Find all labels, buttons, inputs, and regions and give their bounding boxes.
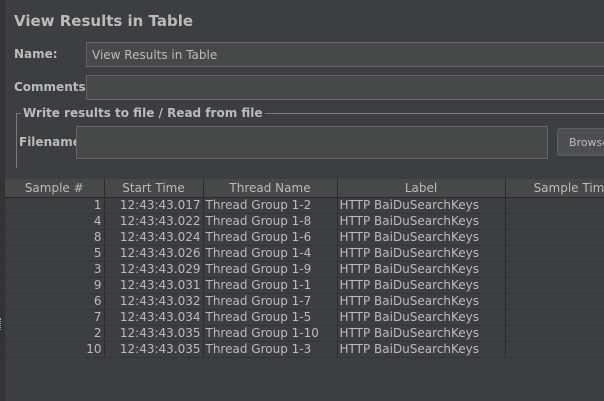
comments-input[interactable]: [86, 75, 604, 100]
cell-sample-number: 1: [5, 197, 105, 214]
cell-label: HTTP BaiDuSearchKeys: [337, 341, 506, 358]
table-row[interactable]: 1 12:43:43.017 Thread Group 1-2 HTTP Bai…: [5, 197, 604, 214]
name-input[interactable]: View Results in Table: [86, 42, 604, 67]
cell-sample-time: [505, 213, 604, 230]
browse-button[interactable]: Browse...: [557, 128, 604, 156]
table-header-row: Sample # Start Time Thread Name Label Sa…: [5, 179, 604, 198]
cell-sample-number: 3: [5, 261, 105, 278]
table-row[interactable]: 7 12:43:43.034 Thread Group 1-5 HTTP Bai…: [5, 309, 604, 326]
cell-thread-name: Thread Group 1-3: [203, 341, 338, 358]
cell-sample-time: [505, 277, 604, 294]
comments-label: Comments:: [14, 80, 91, 94]
cell-sample-time: [505, 197, 604, 214]
cell-sample-number: 8: [5, 229, 105, 246]
cell-thread-name: Thread Group 1-1: [203, 277, 338, 294]
splitter-grip-icon[interactable]: [0, 318, 2, 330]
cell-thread-name: Thread Group 1-5: [203, 309, 338, 326]
table-row[interactable]: 4 12:43:43.022 Thread Group 1-8 HTTP Bai…: [5, 213, 604, 230]
cell-thread-name: Thread Group 1-7: [203, 293, 338, 310]
file-group-title: Write results to file / Read from file: [21, 106, 265, 120]
cell-label: HTTP BaiDuSearchKeys: [337, 213, 506, 230]
cell-thread-name: Thread Group 1-2: [203, 197, 338, 214]
cell-start-time: 12:43:43.035: [104, 341, 204, 358]
table-row[interactable]: 10 12:43:43.035 Thread Group 1-3 HTTP Ba…: [5, 341, 604, 358]
table-row[interactable]: 8 12:43:43.024 Thread Group 1-6 HTTP Bai…: [5, 229, 604, 246]
cell-sample-number: 2: [5, 325, 105, 342]
cell-start-time: 12:43:43.024: [104, 229, 204, 246]
cell-start-time: 12:43:43.022: [104, 213, 204, 230]
cell-thread-name: Thread Group 1-4: [203, 245, 338, 262]
panel-title: View Results in Table: [14, 12, 194, 30]
cell-thread-name: Thread Group 1-9: [203, 261, 338, 278]
cell-sample-time: [505, 229, 604, 246]
cell-start-time: 12:43:43.029: [104, 261, 204, 278]
cell-label: HTTP BaiDuSearchKeys: [337, 325, 506, 342]
filename-input[interactable]: [76, 126, 548, 159]
cell-thread-name: Thread Group 1-6: [203, 229, 338, 246]
column-header-start-time[interactable]: Start Time: [104, 179, 204, 198]
cell-sample-number: 7: [5, 309, 105, 326]
cell-sample-time: [505, 341, 604, 358]
results-table: Sample # Start Time Thread Name Label Sa…: [5, 179, 604, 401]
cell-label: HTTP BaiDuSearchKeys: [337, 293, 506, 310]
cell-thread-name: Thread Group 1-8: [203, 213, 338, 230]
cell-start-time: 12:43:43.026: [104, 245, 204, 262]
cell-sample-number: 4: [5, 213, 105, 230]
cell-start-time: 12:43:43.031: [104, 277, 204, 294]
column-header-thread-name[interactable]: Thread Name: [203, 179, 338, 198]
cell-label: HTTP BaiDuSearchKeys: [337, 197, 506, 214]
cell-sample-number: 10: [5, 341, 105, 358]
filename-label: Filename: [19, 135, 81, 149]
cell-label: HTTP BaiDuSearchKeys: [337, 229, 506, 246]
cell-sample-number: 5: [5, 245, 105, 262]
cell-sample-time: [505, 261, 604, 278]
cell-sample-time: [505, 245, 604, 262]
cell-start-time: 12:43:43.034: [104, 309, 204, 326]
cell-start-time: 12:43:43.032: [104, 293, 204, 310]
cell-label: HTTP BaiDuSearchKeys: [337, 261, 506, 278]
cell-label: HTTP BaiDuSearchKeys: [337, 309, 506, 326]
column-header-label[interactable]: Label: [337, 179, 506, 198]
cell-start-time: 12:43:43.017: [104, 197, 204, 214]
cell-sample-time: [505, 325, 604, 342]
cell-label: HTTP BaiDuSearchKeys: [337, 245, 506, 262]
name-label: Name:: [14, 47, 58, 61]
cell-start-time: 12:43:43.035: [104, 325, 204, 342]
table-row[interactable]: 2 12:43:43.035 Thread Group 1-10 HTTP Ba…: [5, 325, 604, 342]
table-row[interactable]: 6 12:43:43.032 Thread Group 1-7 HTTP Bai…: [5, 293, 604, 310]
cell-sample-time: [505, 293, 604, 310]
cell-thread-name: Thread Group 1-10: [203, 325, 338, 342]
table-row[interactable]: 9 12:43:43.031 Thread Group 1-1 HTTP Bai…: [5, 277, 604, 294]
column-header-sample-number[interactable]: Sample #: [5, 179, 105, 198]
cell-sample-number: 6: [5, 293, 105, 310]
table-row[interactable]: 5 12:43:43.026 Thread Group 1-4 HTTP Bai…: [5, 245, 604, 262]
column-header-sample-time[interactable]: Sample Time(: [505, 179, 604, 198]
table-row[interactable]: 3 12:43:43.029 Thread Group 1-9 HTTP Bai…: [5, 261, 604, 278]
cell-label: HTTP BaiDuSearchKeys: [337, 277, 506, 294]
cell-sample-time: [505, 309, 604, 326]
cell-sample-number: 9: [5, 277, 105, 294]
